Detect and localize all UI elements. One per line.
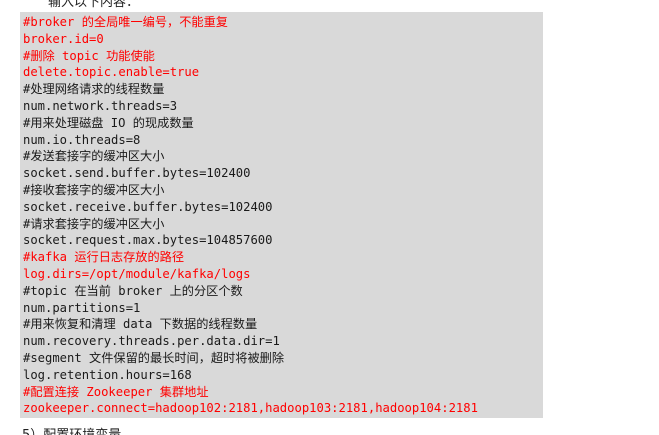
code-line: #接收套接字的缓冲区大小 <box>23 182 165 197</box>
config-code-block: #broker 的全局唯一编号，不能重复 broker.id=0 #删除 topic… <box>20 12 543 418</box>
code-line: zookeeper.connect=hadoop102:2181,hadoop1… <box>23 401 478 416</box>
code-line: socket.send.buffer.bytes=102400 <box>23 166 251 181</box>
code-line: num.partitions=1 <box>23 300 141 315</box>
code-line: #删除 topic 功能使能 <box>23 48 155 63</box>
code-line: #发送套接字的缓冲区大小 <box>23 149 165 164</box>
instruction-text-top: 输入以下内容： <box>48 0 140 10</box>
code-line: #kafka 运行日志存放的路径 <box>23 250 185 265</box>
code-line: #请求套接字的缓冲区大小 <box>23 216 165 231</box>
code-line: socket.receive.buffer.bytes=102400 <box>23 199 273 214</box>
code-line: #处理网络请求的线程数量 <box>23 82 165 97</box>
code-line: broker.id=0 <box>23 31 104 46</box>
code-line: delete.topic.enable=true <box>23 65 200 80</box>
code-line: num.network.threads=3 <box>23 98 178 113</box>
document-page: 输入以下内容： #broker 的全局唯一编号，不能重复 broker.id=0 #… <box>0 0 659 435</box>
code-line: #topic 在当前 broker 上的分区个数 <box>23 283 243 298</box>
code-line: num.io.threads=8 <box>23 132 141 147</box>
code-line: #用来处理磁盘 IO 的现成数量 <box>23 115 194 130</box>
code-line: log.retention.hours=168 <box>23 367 192 382</box>
code-line: num.recovery.threads.per.data.dir=1 <box>23 334 280 349</box>
code-line: #broker 的全局唯一编号，不能重复 <box>23 15 228 29</box>
code-line: #用来恢复和清理 data 下数据的线程数量 <box>23 317 258 332</box>
code-line: #segment 文件保留的最长时间，超时将被删除 <box>23 350 285 365</box>
code-line: socket.request.max.bytes=104857600 <box>23 233 273 248</box>
step-heading-environment-variables: 5）配置环境变量 <box>22 424 121 435</box>
code-line: #配置连接 Zookeeper 集群地址 <box>23 384 209 399</box>
code-line: log.dirs=/opt/module/kafka/logs <box>23 266 251 281</box>
